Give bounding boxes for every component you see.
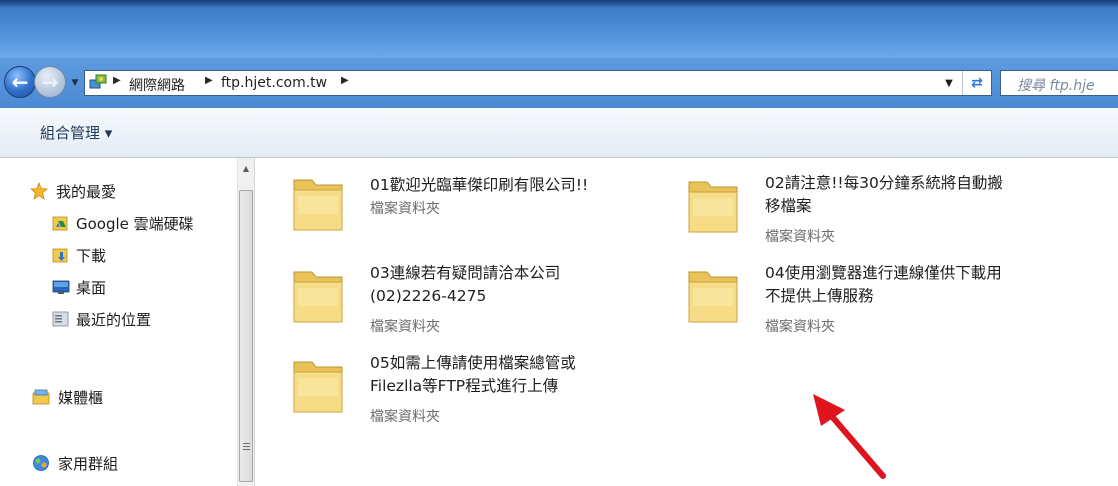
sidebar-item-label: 最近的位置 xyxy=(76,311,152,329)
star-icon xyxy=(30,182,48,200)
navigation-bar: ← → ▼ ▶ 網際網路 ▶ ftp.hjet.com.tw ▶ ▼ ⇄ 搜尋 … xyxy=(0,58,1118,108)
folder-content-pane: 01歡迎光臨華傑印刷有限公司!! 檔案資料夾 02請注意!!每30分鐘系統將自動… xyxy=(255,158,1118,486)
recent-pages-dropdown[interactable]: ▼ xyxy=(68,76,82,90)
navigation-pane: 我的最愛 Google 雲端硬碟 下載 桌面 最近的位置 媒體櫃 家用群組 xyxy=(0,158,237,486)
sidebar-item-label: Google 雲端硬碟 xyxy=(76,215,194,233)
sidebar-item-label: 我的最愛 xyxy=(56,183,117,201)
breadcrumb-network[interactable]: 網際網路 xyxy=(129,75,185,95)
google-drive-icon xyxy=(52,216,68,231)
recent-places-icon xyxy=(52,311,69,327)
breadcrumb-ftp-host[interactable]: ftp.hjet.com.tw xyxy=(221,75,327,91)
download-folder-icon xyxy=(52,248,68,263)
address-bar[interactable]: ▶ 網際網路 ▶ ftp.hjet.com.tw ▶ ▼ ⇄ xyxy=(84,70,992,96)
desktop-icon xyxy=(52,280,70,294)
forward-arrow-icon: → xyxy=(41,70,59,94)
library-icon xyxy=(32,389,50,405)
forward-button[interactable]: → xyxy=(34,66,66,98)
sidebar-item-label: 媒體櫃 xyxy=(58,389,104,407)
breadcrumb-separator-icon[interactable]: ▶ xyxy=(205,75,213,86)
window-title-bar xyxy=(0,0,1118,58)
network-icon xyxy=(89,74,107,89)
command-toolbar: 組合管理 ▾ xyxy=(0,108,1118,158)
breadcrumb-separator-icon[interactable]: ▶ xyxy=(341,75,349,86)
scroll-up-arrow-icon[interactable]: ▲ xyxy=(238,160,254,176)
refresh-button[interactable]: ⇄ xyxy=(962,71,991,95)
sidebar-item-label: 下載 xyxy=(76,247,107,265)
grip-icon xyxy=(243,443,250,451)
search-input[interactable]: 搜尋 ftp.hje xyxy=(1000,70,1118,96)
navigation-pane-scrollbar[interactable]: ▲ xyxy=(237,158,255,486)
address-history-dropdown[interactable]: ▼ xyxy=(937,71,961,95)
sidebar-item-label: 桌面 xyxy=(76,279,107,297)
organize-menu-button[interactable]: 組合管理 ▾ xyxy=(40,122,112,143)
refresh-icon: ⇄ xyxy=(971,75,983,91)
scroll-thumb[interactable] xyxy=(239,190,253,482)
back-button[interactable]: ← xyxy=(4,66,36,98)
sidebar-item-label: 家用群組 xyxy=(58,455,119,473)
red-annotation-arrow-icon xyxy=(813,394,886,479)
breadcrumb-separator-icon[interactable]: ▶ xyxy=(113,75,121,86)
back-arrow-icon: ← xyxy=(11,70,29,94)
homegroup-icon xyxy=(33,455,49,471)
